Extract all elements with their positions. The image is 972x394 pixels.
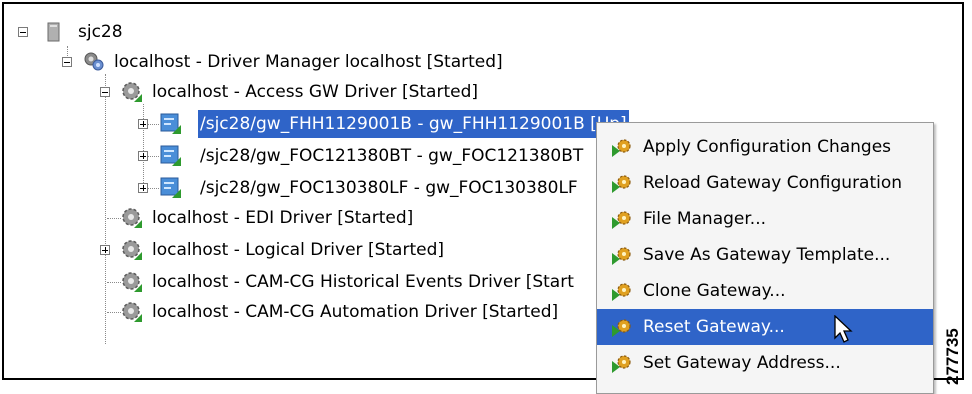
gear-icon	[122, 240, 142, 260]
gear-icon	[122, 302, 142, 322]
action-gear-icon	[612, 247, 631, 265]
tree-label-gateway: /sjc28/gw_FOC121380BT - gw_FOC121380BT	[200, 146, 584, 166]
collapse-toggle[interactable]	[18, 27, 28, 37]
gear-icon	[122, 208, 142, 228]
expand-toggle[interactable]	[138, 151, 148, 161]
tree-connector	[105, 74, 106, 344]
figure-id-text: 277735	[943, 328, 962, 385]
menu-item-label: Set Gateway Address...	[643, 353, 841, 373]
context-menu: Apply Configuration Changes Reload Gatew…	[596, 122, 934, 394]
menu-item-reset-gateway[interactable]: Reset Gateway...	[597, 309, 933, 345]
action-gear-icon	[612, 319, 631, 337]
menu-item-clone-gateway[interactable]: Clone Gateway...	[597, 273, 933, 309]
tree-label-gateway: /sjc28/gw_FOC130380LF - gw_FOC130380LF	[200, 178, 578, 198]
tree-label-driver: localhost - CAM-CG Automation Driver [St…	[152, 302, 559, 322]
menu-item-set-gateway-address[interactable]: Set Gateway Address...	[597, 345, 933, 381]
menu-item-label: Reload Gateway Configuration	[643, 173, 903, 193]
menu-item-label: Save As Gateway Template...	[643, 245, 891, 265]
figure-id-watermark: 277735	[938, 320, 968, 385]
expand-toggle[interactable]	[138, 119, 148, 129]
menu-item-label: File Manager...	[643, 209, 767, 229]
server-icon	[47, 22, 60, 42]
tree-connector	[107, 218, 121, 219]
tree-label-driver-manager: localhost - Driver Manager localhost [St…	[114, 52, 503, 72]
tree-connector	[107, 312, 121, 313]
collapse-toggle[interactable]	[62, 57, 72, 67]
menu-item-label: Clone Gateway...	[643, 281, 786, 301]
tree-label-gateway: /sjc28/gw_FHH1129001B - gw_FHH1129001B […	[198, 110, 629, 138]
tree-connector	[143, 104, 144, 189]
collapse-toggle[interactable]	[100, 87, 110, 97]
expand-toggle[interactable]	[100, 245, 110, 255]
driver-manager-icon	[84, 52, 104, 71]
menu-item-label: Reset Gateway...	[643, 317, 785, 337]
menu-item-reload-gateway-configuration[interactable]: Reload Gateway Configuration	[597, 165, 933, 201]
gear-icon	[122, 82, 142, 102]
expand-toggle[interactable]	[138, 183, 148, 193]
tree-connector	[107, 282, 121, 283]
action-gear-icon	[612, 355, 631, 373]
gateway-icon	[160, 113, 181, 134]
action-gear-icon	[612, 211, 631, 229]
action-gear-icon	[612, 175, 631, 193]
tree-label-driver: localhost - Logical Driver [Started]	[152, 240, 444, 260]
gateway-icon	[160, 145, 181, 166]
menu-item-label: Apply Configuration Changes	[643, 137, 892, 157]
tree-label-access-gw: localhost - Access GW Driver [Started]	[152, 82, 478, 102]
menu-item-save-as-gateway-template[interactable]: Save As Gateway Template...	[597, 237, 933, 273]
tree-label-driver: localhost - EDI Driver [Started]	[152, 208, 414, 228]
action-gear-icon	[612, 139, 631, 157]
gear-icon	[122, 272, 142, 292]
gateway-icon	[160, 177, 181, 198]
menu-item-apply-configuration-changes[interactable]: Apply Configuration Changes	[597, 129, 933, 165]
action-gear-icon	[612, 283, 631, 301]
tree-label-driver: localhost - CAM-CG Historical Events Dri…	[152, 272, 574, 292]
menu-item-file-manager[interactable]: File Manager...	[597, 201, 933, 237]
mouse-cursor-icon	[834, 315, 853, 343]
tree-label-root: sjc28	[78, 22, 123, 42]
